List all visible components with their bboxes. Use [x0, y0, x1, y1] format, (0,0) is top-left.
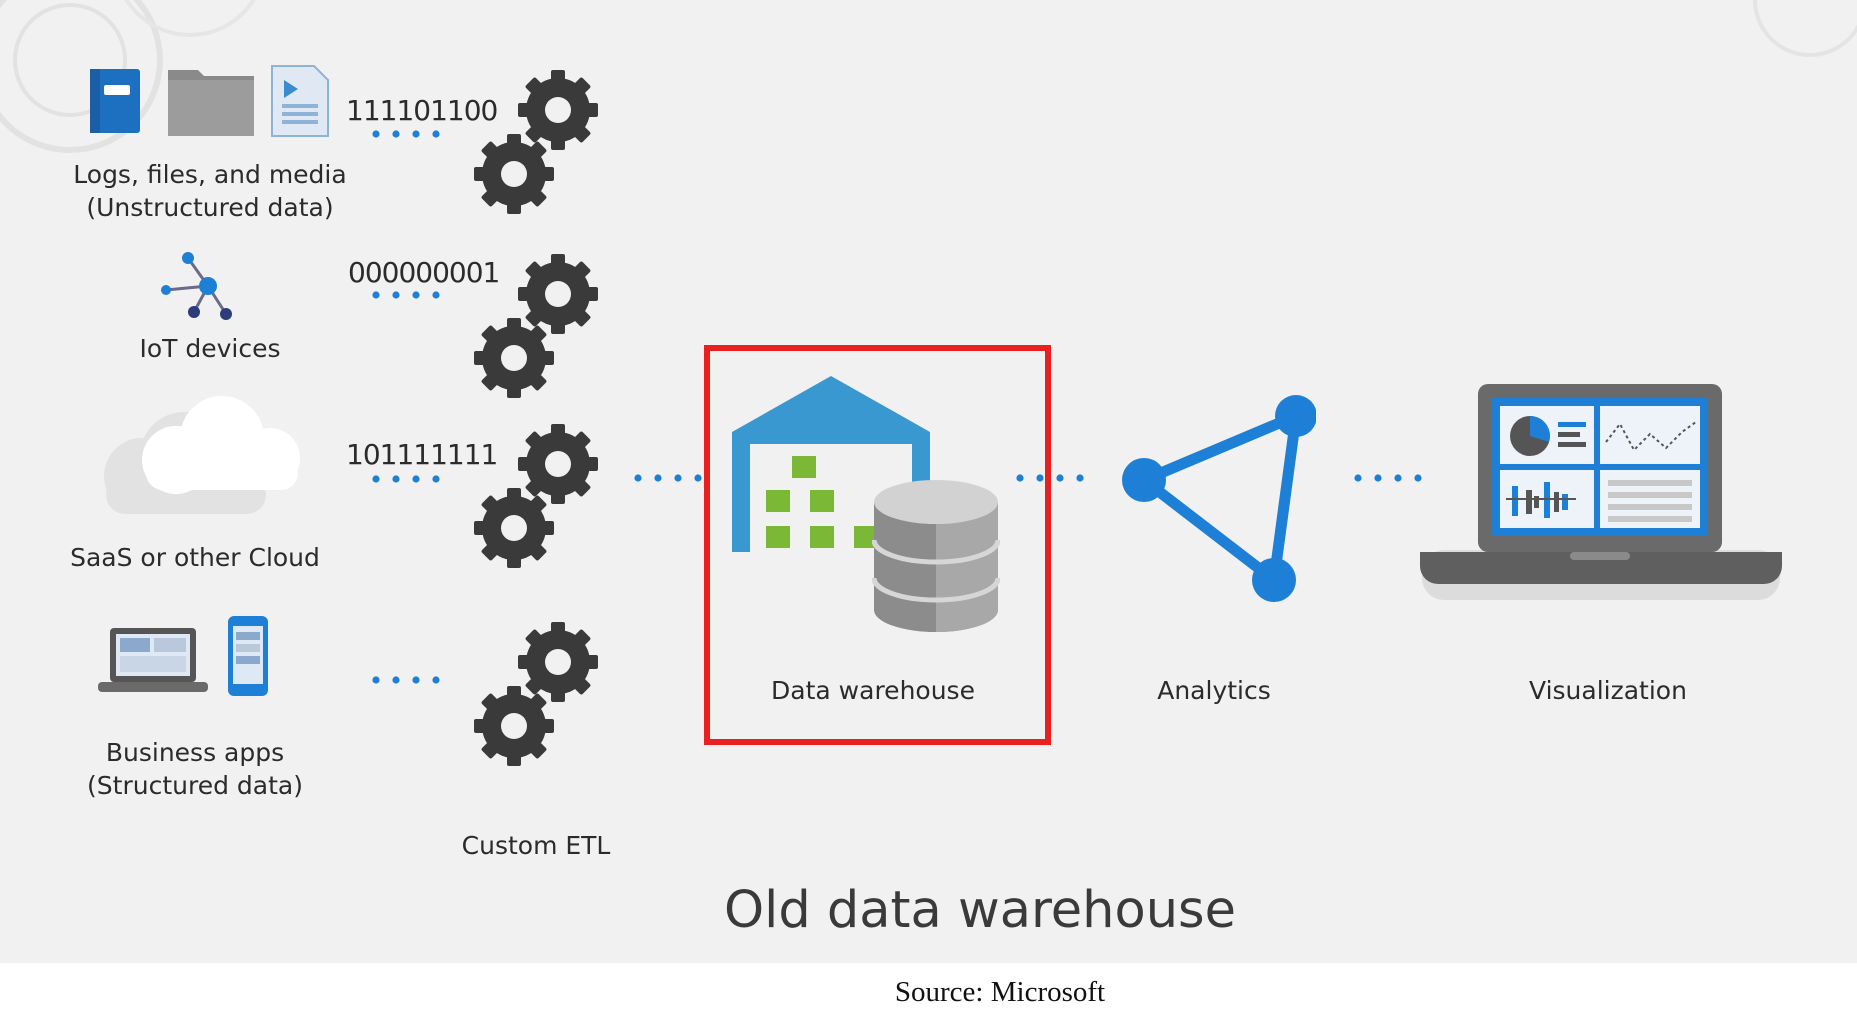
canvas: Logs, files, and media (Unstructured dat… — [0, 0, 1857, 1012]
etl-label: Custom ETL — [461, 831, 611, 860]
diagram-title: Old data warehouse — [724, 881, 1236, 940]
flow-dots-3 — [372, 475, 440, 483]
warehouse-label: Data warehouse — [771, 676, 975, 705]
source-iot-label-line1: IoT devices — [139, 334, 281, 363]
flow-dots-1 — [372, 130, 440, 138]
source-business-label-line2: (Structured data) — [87, 771, 303, 800]
laptop-dashboard-icon — [1420, 384, 1782, 600]
source-saas-label: SaaS or other Cloud — [45, 541, 345, 574]
folder-icon — [168, 70, 254, 136]
cloud-icon — [104, 396, 300, 514]
document-icon — [271, 65, 329, 137]
background-gear-decoration-right — [1753, 0, 1857, 57]
phone-icon — [228, 616, 268, 696]
analytics-icon — [1122, 395, 1316, 602]
source-saas-label-line1: SaaS or other Cloud — [70, 543, 320, 572]
database-cylinder-icon — [872, 480, 1000, 632]
flow-dots-4 — [372, 676, 440, 684]
flow-dots-etl-to-warehouse — [634, 474, 702, 482]
etl-gears-3 — [474, 424, 598, 568]
analytics-label: Analytics — [1157, 676, 1271, 705]
etl-gears-2 — [474, 254, 598, 398]
etl-gears-1 — [474, 70, 598, 214]
source-business-label-line1: Business apps — [105, 738, 285, 767]
source-business-label: Business apps (Structured data) — [45, 736, 345, 802]
source-caption: Source: Microsoft — [894, 976, 1106, 1008]
etl-gears-4 — [474, 622, 598, 766]
source-logs-label: Logs, files, and media (Unstructured dat… — [60, 158, 360, 224]
source-iot-label: IoT devices — [60, 332, 360, 365]
source-logs-label-line2: (Unstructured data) — [86, 193, 334, 222]
flow-dots-2 — [372, 291, 440, 299]
diagram-slide: Logs, files, and media (Unstructured dat… — [0, 0, 1857, 963]
visualization-label: Visualization — [1529, 676, 1687, 705]
iot-network-icon — [161, 252, 232, 320]
laptop-small-icon — [98, 628, 208, 692]
book-icon — [90, 69, 140, 133]
source-logs-label-line1: Logs, files, and media — [73, 160, 347, 189]
